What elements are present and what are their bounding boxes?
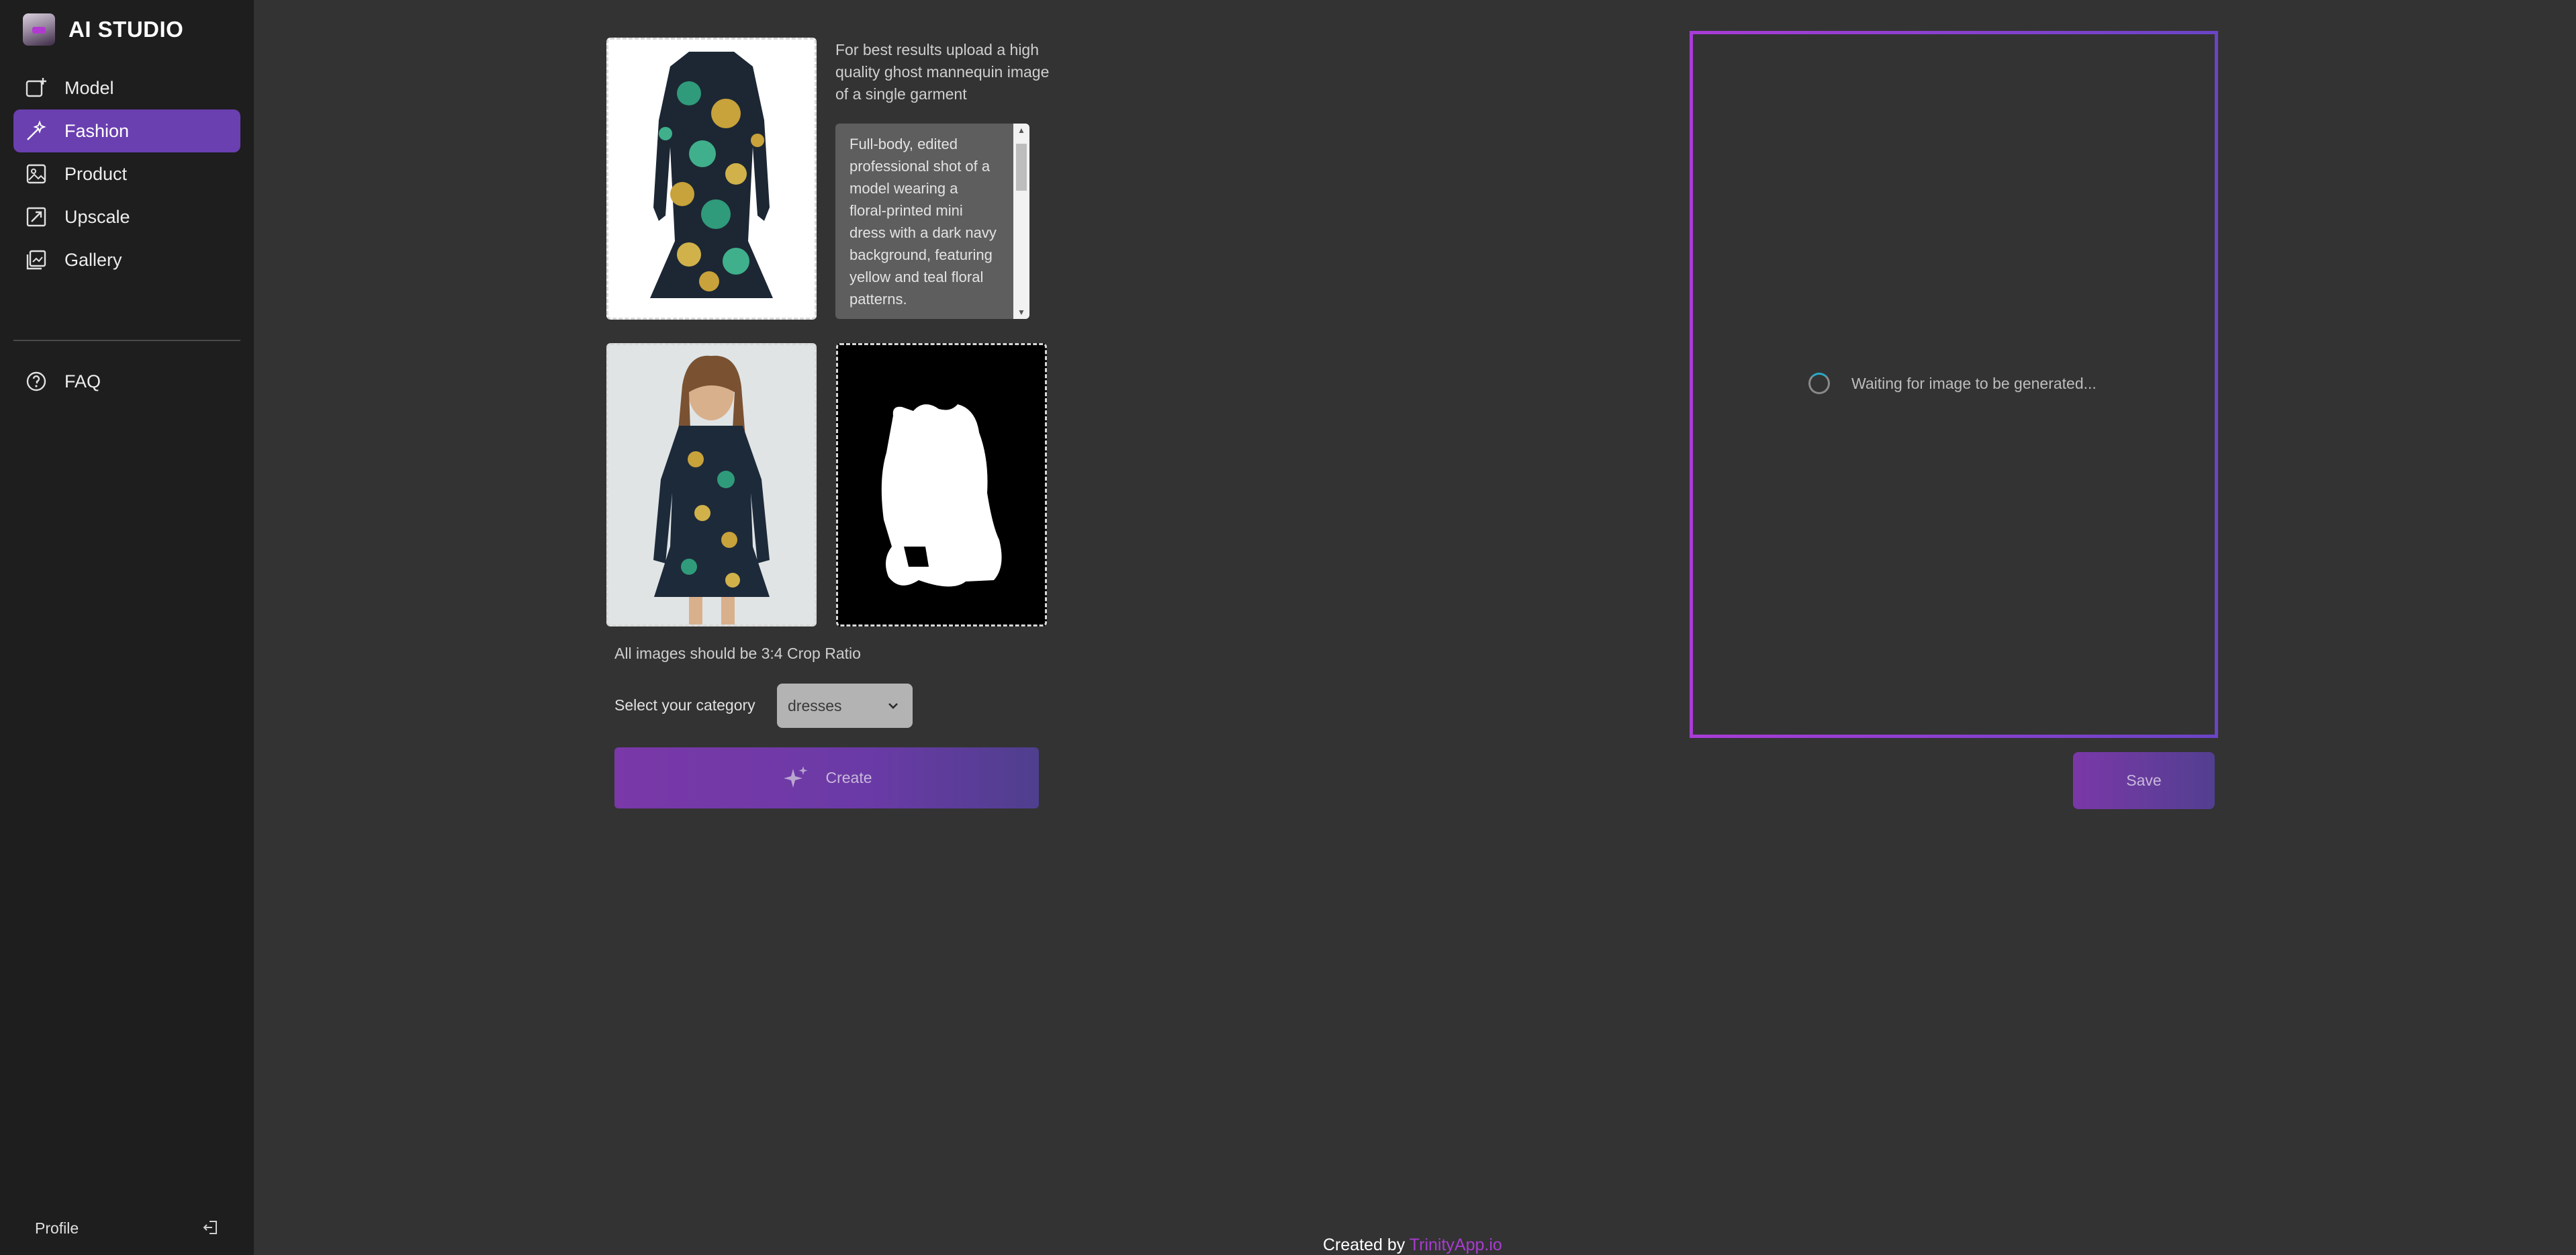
product-icon	[23, 160, 50, 187]
sidebar-item-fashion[interactable]: Fashion	[13, 109, 240, 152]
sidebar-item-label: Fashion	[64, 120, 130, 141]
garment-upload[interactable]	[606, 38, 817, 320]
sidebar-item-label: Upscale	[64, 206, 130, 227]
crop-ratio-note: All images should be 3:4 Crop Ratio	[614, 645, 861, 662]
description-scrollbar[interactable]: ▲ ▼	[1013, 124, 1029, 319]
magic-wand-icon	[23, 118, 50, 144]
sidebar: AI STUDIO Model Fashion Product Upscale	[0, 0, 254, 1255]
chevron-down-icon	[886, 698, 901, 713]
garment-image	[608, 40, 815, 318]
app-title: AI STUDIO	[68, 17, 184, 42]
sidebar-item-faq[interactable]: FAQ	[13, 360, 240, 403]
sidebar-nav-secondary: FAQ	[13, 360, 240, 403]
sidebar-nav: Model Fashion Product Upscale Gallery	[13, 66, 240, 281]
sidebar-item-product[interactable]: Product	[13, 152, 240, 195]
create-button[interactable]: Create	[614, 747, 1039, 808]
save-button-label: Save	[2126, 772, 2162, 789]
profile-link[interactable]: Profile	[35, 1219, 79, 1238]
add-image-icon	[23, 75, 50, 101]
mask-image	[838, 345, 1045, 624]
sidebar-item-upscale[interactable]: Upscale	[13, 195, 240, 238]
footer-prefix: Created by	[1323, 1236, 1406, 1254]
category-label: Select your category	[614, 696, 755, 714]
scroll-down-icon[interactable]: ▼	[1016, 307, 1027, 318]
gallery-icon	[23, 246, 50, 273]
scroll-up-icon[interactable]: ▲	[1016, 125, 1027, 136]
sidebar-item-label: FAQ	[64, 371, 101, 391]
brand[interactable]: AI STUDIO	[23, 11, 183, 48]
create-button-label: Create	[825, 769, 872, 786]
logout-icon[interactable]	[201, 1218, 220, 1237]
app-logo	[23, 13, 55, 46]
upscale-icon	[23, 203, 50, 230]
waiting-indicator: Waiting for image to be generated...	[1808, 373, 2097, 394]
description-textarea[interactable]: Full-body, edited professional shot of a…	[835, 124, 1029, 319]
footer-credit: Created by TrinityApp.io	[1323, 1236, 1502, 1255]
model-upload[interactable]	[606, 343, 817, 626]
sidebar-item-gallery[interactable]: Gallery	[13, 238, 240, 281]
scroll-thumb[interactable]	[1016, 144, 1027, 191]
loading-spinner-icon	[1808, 373, 1830, 394]
upload-hint: For best results upload a high quality g…	[835, 41, 1050, 103]
model-image	[608, 345, 815, 624]
description-text: Full-body, edited professional shot of a…	[849, 136, 997, 308]
sparkle-icon	[781, 763, 811, 793]
question-icon	[23, 368, 50, 395]
category-select[interactable]: dresses	[777, 684, 913, 728]
sidebar-item-label: Model	[64, 77, 114, 98]
waiting-text: Waiting for image to be generated...	[1851, 374, 2097, 392]
sidebar-item-label: Product	[64, 163, 128, 184]
sidebar-divider	[13, 340, 240, 341]
footer-link[interactable]: TrinityApp.io	[1410, 1236, 1502, 1254]
save-button[interactable]: Save	[2073, 752, 2215, 809]
category-value: dresses	[788, 696, 842, 714]
mask-upload[interactable]	[836, 343, 1047, 626]
sidebar-item-model[interactable]: Model	[13, 66, 240, 109]
sidebar-item-label: Gallery	[64, 249, 122, 270]
